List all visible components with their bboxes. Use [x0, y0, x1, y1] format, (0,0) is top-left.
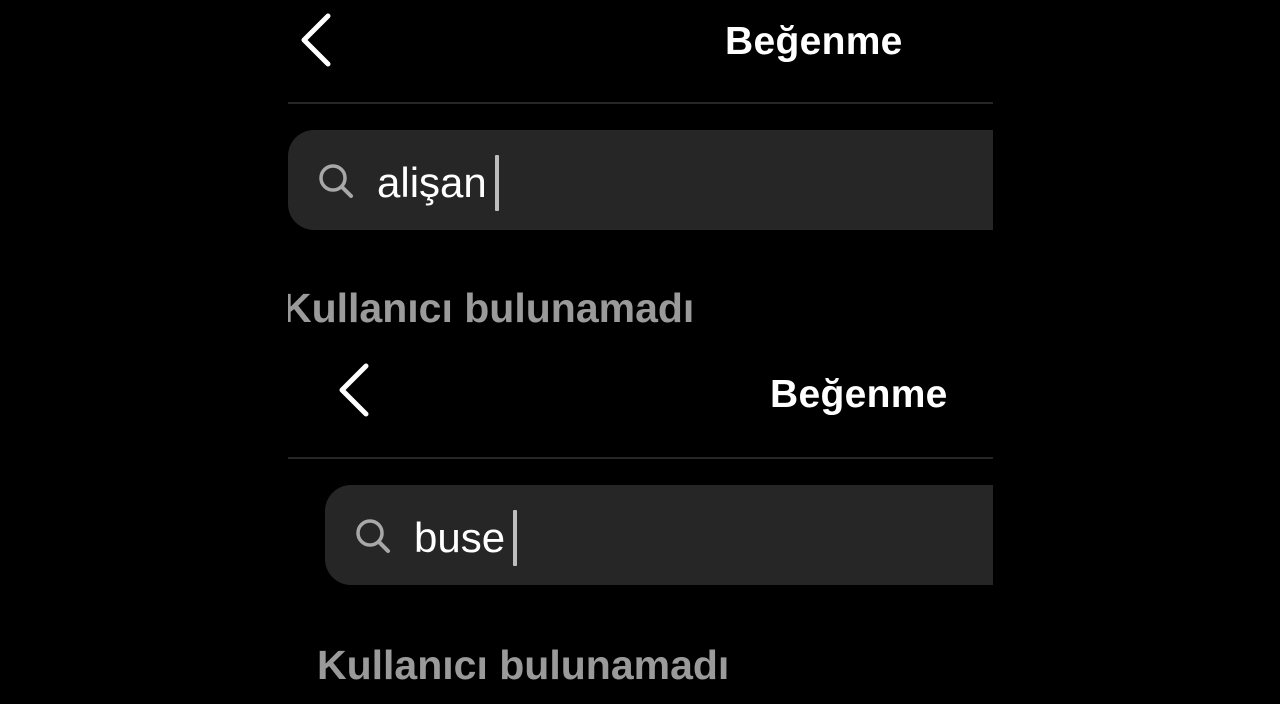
chevron-left-icon [339, 363, 369, 417]
back-button[interactable] [332, 362, 376, 418]
no-results-message: Kullanıcı bulunamadı [288, 285, 695, 331]
search-input[interactable]: alişan [288, 130, 993, 230]
page-title: Beğenme [725, 20, 903, 63]
text-caret [513, 510, 518, 566]
text-caret [494, 155, 499, 211]
search-icon [319, 164, 353, 198]
search-input[interactable]: buse [325, 485, 993, 585]
search-screen-1: Beğenme alişan Kullanıcı bulunamadı [288, 0, 993, 352]
no-results-message: Kullanıcı bulunamadı [317, 642, 730, 688]
screenshot-collage: Beğenme alişan Kullanıcı bulunamadı Beğe… [0, 0, 1280, 704]
search-value-wrap: alişan [377, 155, 499, 211]
header-divider [288, 457, 993, 459]
search-screen-2: Beğenme buse Kullanıcı bulunamadı [288, 352, 993, 704]
search-query-text: alişan [377, 159, 487, 206]
chevron-left-icon [301, 13, 331, 67]
header-divider [288, 102, 993, 104]
page-title: Beğenme [770, 373, 948, 416]
search-value-wrap: buse [414, 510, 518, 566]
back-button[interactable] [294, 12, 338, 68]
search-icon [356, 519, 390, 553]
search-query-text: buse [414, 514, 506, 561]
